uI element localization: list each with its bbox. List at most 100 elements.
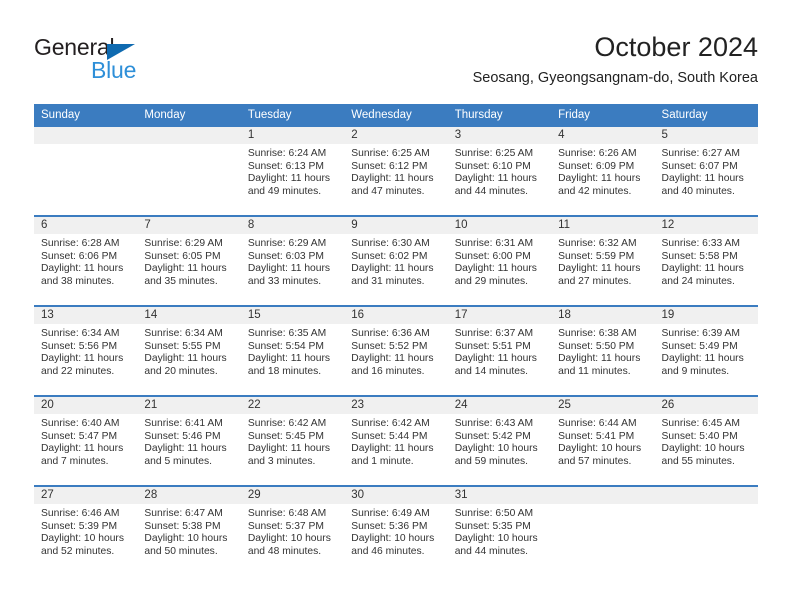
day-sun-info: Sunrise: 6:36 AM Sunset: 5:52 PM Daylight:… [344,324,447,378]
day-number: 23 [344,397,448,414]
day-info-line: Daylight: 11 hours [351,443,434,455]
day-info-line: Sunrise: 6:45 AM [661,418,740,429]
day-info-line: Sunset: 5:54 PM [247,340,324,352]
day-info-line: Daylight: 10 hours [41,533,124,545]
day-info-line: Daylight: 11 hours [558,263,641,275]
day-info-line: Sunrise: 6:37 AM [454,328,534,339]
day-cell-4[interactable]: 4 Sunrise: 6:26 AM Sunset: 6:09 PM Daylight… [551,127,655,216]
day-cell-15[interactable]: 15 Sunrise: 6:35 AM Sunset: 5:54 PM Dayligh… [240,305,345,396]
day-info-line: Sunset: 5:50 PM [558,340,635,352]
day-info-line: and 55 minutes. [661,455,735,467]
calendar-week-row: 1 Sunrise: 6:24 AM Sunset: 6:13 PM Daylight… [34,127,758,216]
day-number: 6 [34,217,138,234]
day-cell-31[interactable]: 31 Sunrise: 6:50 AM Sunset: 5:35 PM Dayligh… [447,485,552,575]
day-info-line: and 3 minutes. [247,455,316,467]
day-info-line: Sunset: 6:09 PM [558,160,635,172]
day-cell-14[interactable]: 14 Sunrise: 6:34 AM Sunset: 5:55 PM Dayligh… [137,305,241,396]
day-info-line: Sunrise: 6:50 AM [454,508,534,519]
day-sun-info: Sunrise: 6:43 AM Sunset: 5:42 PM Daylight:… [448,414,551,468]
day-info-line: Daylight: 11 hours [558,173,641,185]
logo-text-blue: Blue [91,57,137,83]
day-cell-25[interactable]: 25 Sunrise: 6:44 AM Sunset: 5:41 PM Dayligh… [551,395,655,486]
day-cell-19[interactable]: 19 Sunrise: 6:39 AM Sunset: 5:49 PM Dayligh… [654,305,758,396]
day-number: 11 [551,217,655,234]
day-cell-5[interactable]: 5 Sunrise: 6:27 AM Sunset: 6:07 PM Daylight… [654,127,758,216]
day-info-line: and 38 minutes. [41,275,115,287]
day-cell-17[interactable]: 17 Sunrise: 6:37 AM Sunset: 5:51 PM Dayligh… [447,305,552,396]
day-cell-29[interactable]: 29 Sunrise: 6:48 AM Sunset: 5:37 PM Dayligh… [240,485,345,575]
day-info-line: Sunset: 5:35 PM [454,520,531,532]
day-info-line: and 42 minutes. [558,185,632,197]
calendar-week-row: 27 Sunrise: 6:46 AM Sunset: 5:39 PM Dayligh… [34,485,758,575]
day-info-line: and 14 minutes. [454,365,528,377]
day-info-line: Sunrise: 6:49 AM [351,508,430,519]
day-info-line: and 44 minutes. [454,185,528,197]
day-sun-info: Sunrise: 6:25 AM Sunset: 6:10 PM Daylight:… [448,144,551,198]
day-info-line: Daylight: 11 hours [247,353,331,365]
day-cell-11[interactable]: 11 Sunrise: 6:32 AM Sunset: 5:59 PM Dayligh… [551,215,655,306]
day-cell-6[interactable]: 6 Sunrise: 6:28 AM Sunset: 6:06 PM Daylight… [34,215,138,306]
day-info-line: Sunset: 5:41 PM [558,430,635,442]
day-number: 29 [240,487,345,504]
day-cell-28[interactable]: 28 Sunrise: 6:47 AM Sunset: 5:38 PM Dayligh… [137,485,241,575]
day-info-line: Sunset: 5:56 PM [41,340,118,352]
day-info-line: Daylight: 10 hours [454,533,538,545]
day-cell-24[interactable]: 24 Sunrise: 6:43 AM Sunset: 5:42 PM Dayligh… [447,395,552,486]
day-cell-10[interactable]: 10 Sunrise: 6:31 AM Sunset: 6:00 PM Dayligh… [447,215,552,306]
day-cell-26[interactable]: 26 Sunrise: 6:45 AM Sunset: 5:40 PM Dayligh… [654,395,758,486]
day-info-line: Sunset: 6:02 PM [351,250,428,262]
day-cell-12[interactable]: 12 Sunrise: 6:33 AM Sunset: 5:58 PM Dayligh… [654,215,758,306]
day-info-line: and 22 minutes. [41,365,115,377]
general-blue-logo: General Blue [34,34,234,90]
day-number [551,487,655,504]
day-sun-info: Sunrise: 6:30 AM Sunset: 6:02 PM Daylight:… [344,234,447,288]
day-cell-8[interactable]: 8 Sunrise: 6:29 AM Sunset: 6:03 PM Daylight… [240,215,345,306]
day-info-line: Sunset: 6:13 PM [247,160,324,172]
day-number: 17 [447,307,552,324]
day-cell-30[interactable]: 30 Sunrise: 6:49 AM Sunset: 5:36 PM Dayligh… [344,485,448,575]
page-header: General Blue October 2024 Seosang, Gyeon… [34,30,758,98]
day-cell-23[interactable]: 23 Sunrise: 6:42 AM Sunset: 5:44 PM Dayligh… [344,395,448,486]
day-number: 18 [551,307,655,324]
day-info-line: Sunrise: 6:43 AM [454,418,534,429]
day-cell-3[interactable]: 3 Sunrise: 6:25 AM Sunset: 6:10 PM Daylight… [447,127,552,216]
day-number: 28 [137,487,241,504]
day-info-line: Sunset: 5:55 PM [144,340,221,352]
day-cell-20[interactable]: 20 Sunrise: 6:40 AM Sunset: 5:47 PM Dayligh… [34,395,138,486]
day-info-line: Daylight: 11 hours [661,353,744,365]
day-info-line: Sunset: 6:10 PM [454,160,531,172]
day-info-line: Daylight: 11 hours [351,353,434,365]
day-cell-9[interactable]: 9 Sunrise: 6:30 AM Sunset: 6:02 PM Daylight… [344,215,448,306]
day-info-line: Daylight: 11 hours [661,263,744,275]
day-info-line: Daylight: 11 hours [144,353,227,365]
day-sun-info: Sunrise: 6:48 AM Sunset: 5:37 PM Daylight:… [241,504,344,558]
day-sun-info: Sunrise: 6:38 AM Sunset: 5:50 PM Daylight:… [551,324,654,378]
day-info-line: Sunset: 5:36 PM [351,520,428,532]
day-info-line: Daylight: 11 hours [41,443,124,455]
day-cell-27[interactable]: 27 Sunrise: 6:46 AM Sunset: 5:39 PM Dayligh… [34,485,138,575]
day-cell-empty [34,127,138,216]
day-number: 8 [240,217,345,234]
day-info-line: Daylight: 11 hours [661,173,744,185]
day-info-line: Sunrise: 6:40 AM [41,418,120,429]
day-sun-info: Sunrise: 6:41 AM Sunset: 5:46 PM Daylight:… [137,414,240,468]
day-info-line: and 11 minutes. [558,365,631,377]
day-cell-1[interactable]: 1 Sunrise: 6:24 AM Sunset: 6:13 PM Daylight… [240,127,345,216]
day-info-line: Daylight: 11 hours [41,263,124,275]
day-cell-13[interactable]: 13 Sunrise: 6:34 AM Sunset: 5:56 PM Dayligh… [34,305,138,396]
day-number: 10 [447,217,552,234]
day-info-line: Sunrise: 6:48 AM [247,508,327,519]
day-cell-18[interactable]: 18 Sunrise: 6:38 AM Sunset: 5:50 PM Dayligh… [551,305,655,396]
day-info-line: Sunrise: 6:27 AM [661,148,740,159]
day-info-line: Daylight: 11 hours [41,353,124,365]
day-cell-21[interactable]: 21 Sunrise: 6:41 AM Sunset: 5:46 PM Dayligh… [137,395,241,486]
day-cell-empty [551,485,655,575]
day-info-line: Sunset: 5:38 PM [144,520,221,532]
day-cell-7[interactable]: 7 Sunrise: 6:29 AM Sunset: 6:05 PM Daylight… [137,215,241,306]
day-sun-info: Sunrise: 6:44 AM Sunset: 5:41 PM Daylight:… [551,414,654,468]
day-cell-2[interactable]: 2 Sunrise: 6:25 AM Sunset: 6:12 PM Daylight… [344,127,448,216]
day-info-line: Daylight: 11 hours [351,263,434,275]
day-cell-22[interactable]: 22 Sunrise: 6:42 AM Sunset: 5:45 PM Dayligh… [240,395,345,486]
day-cell-16[interactable]: 16 Sunrise: 6:36 AM Sunset: 5:52 PM Dayligh… [344,305,448,396]
day-sun-info: Sunrise: 6:49 AM Sunset: 5:36 PM Daylight:… [344,504,447,558]
